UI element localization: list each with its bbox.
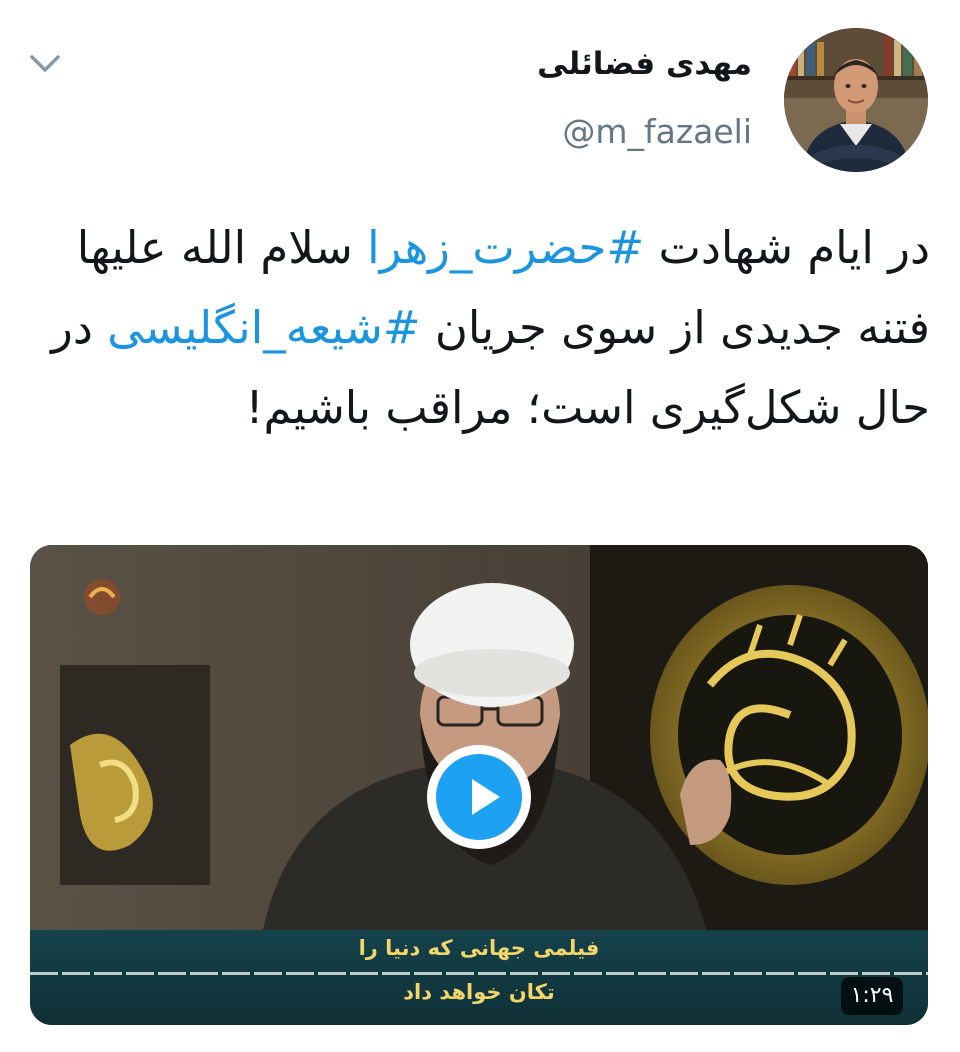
hashtag-link[interactable]: #شیعه_انگلیسی xyxy=(107,301,420,354)
author-handle[interactable]: @m_fazaeli xyxy=(562,112,752,151)
tweet-text-segment: در ایام شهادت xyxy=(644,221,930,274)
play-triangle xyxy=(472,779,500,815)
video-subtitle-line: فیلمی جهانی که دنیا را xyxy=(358,936,600,960)
avatar[interactable] xyxy=(784,28,928,172)
author-display-name[interactable]: مهدی فضائلی xyxy=(537,46,752,82)
video-subtitle-bar: فیلمی جهانی که دنیا را تکان خواهد داد xyxy=(30,930,928,1025)
video-duration-badge: ۱:۲۹ xyxy=(841,977,903,1015)
play-button[interactable] xyxy=(427,745,531,849)
play-icon xyxy=(436,754,522,840)
tweet-text: در ایام شهادت #حضرت_زهرا سلام الله علیها… xyxy=(30,208,930,448)
tweet: مهدی فضائلی @m_fazaeli در ایام شهادت #حض… xyxy=(0,0,960,1052)
chevron-down-icon[interactable] xyxy=(28,52,62,76)
video-subtitle-line: تکان خواهد داد xyxy=(403,980,555,1004)
video-media[interactable]: فیلمی جهانی که دنیا را تکان خواهد داد ۱:… xyxy=(30,545,928,1025)
hashtag-link[interactable]: #حضرت_زهرا xyxy=(367,221,644,274)
divider xyxy=(30,972,928,975)
